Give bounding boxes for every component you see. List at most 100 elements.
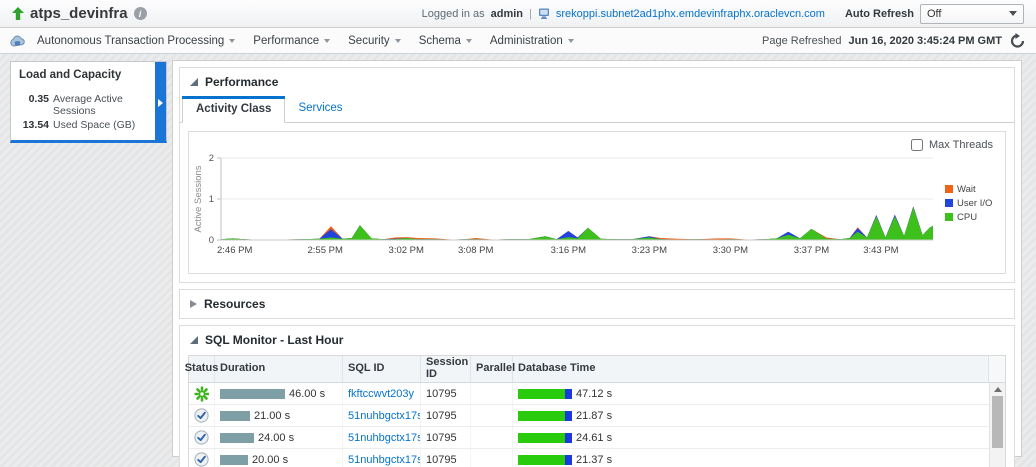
legend-swatch-wait <box>945 185 953 193</box>
status-cell <box>189 383 215 404</box>
sql-id-link[interactable]: 51nuhbgctx17s <box>348 454 421 466</box>
auto-refresh-select[interactable]: Off <box>920 4 1024 24</box>
x-tick-label: 2:55 PM <box>307 245 342 256</box>
db-time-io-segment <box>565 455 572 465</box>
tab-activity-class[interactable]: Activity Class <box>182 96 285 123</box>
menu-performance[interactable]: Performance <box>245 31 338 51</box>
session-id-cell: 10795 <box>421 427 471 448</box>
duration-cell: 21.00 s <box>215 405 343 426</box>
card-expand-button[interactable] <box>155 62 166 143</box>
load-and-capacity-card[interactable]: Load and Capacity 0.35Average Active Ses… <box>10 61 167 143</box>
menu-label: Security <box>348 35 390 47</box>
tab-services[interactable]: Services <box>285 96 355 123</box>
parallel-cell <box>471 427 513 448</box>
sql-id-cell: fkftccwvt203y <box>343 383 421 404</box>
session-id-cell: 10795 <box>421 449 471 467</box>
menu-security[interactable]: Security <box>340 31 409 51</box>
collapse-triangle-icon <box>190 336 198 344</box>
cloud-database-icon <box>10 35 25 47</box>
main-panel: Performance Activity ClassServices Max T… <box>172 60 1022 457</box>
x-tick-label: 3:02 PM <box>389 245 424 256</box>
legend-label: User I/O <box>957 198 992 209</box>
status-cell <box>189 405 215 426</box>
chevron-down-icon <box>395 39 401 43</box>
database-time-cell: 21.37 s <box>513 449 989 467</box>
logged-in-label: Logged in as <box>422 8 485 20</box>
expand-triangle-icon <box>190 300 197 308</box>
metric-value: 13.54 <box>19 119 49 131</box>
host-monitor-icon <box>538 8 550 19</box>
menu-label: Schema <box>419 35 461 47</box>
refresh-icon[interactable] <box>1009 33 1026 49</box>
database-time-bar <box>518 389 572 399</box>
vertical-scrollbar[interactable] <box>989 383 1005 467</box>
db-time-io-segment <box>565 411 572 421</box>
page-refreshed-label: Page Refreshed <box>762 35 842 47</box>
db-time-cpu-segment <box>518 433 565 443</box>
database-time-value: 24.61 s <box>576 432 612 444</box>
y-tick-label: 0 <box>209 235 214 246</box>
sql-id-link[interactable]: 51nuhbgctx17s <box>348 432 421 444</box>
table-row[interactable]: 46.00 s fkftccwvt203y 10795 47.12 s <box>189 383 989 405</box>
menu-label: Administration <box>490 35 563 47</box>
column-header-parallel[interactable]: Parallel <box>471 356 513 382</box>
parallel-cell <box>471 383 513 404</box>
parallel-cell <box>471 405 513 426</box>
table-row[interactable]: 21.00 s51nuhbgctx17s1079521.87 s <box>189 405 989 427</box>
auto-refresh-value: Off <box>927 8 941 20</box>
column-header-duration[interactable]: Duration <box>215 356 343 382</box>
database-time-bar <box>518 411 572 421</box>
table-header-row: StatusDurationSQL IDSession IDParallelDa… <box>189 356 1005 383</box>
host-link[interactable]: srekoppi.subnet2ad1phx.emdevinfraphx.ora… <box>556 8 825 20</box>
metric-row: 0.35Average Active Sessions <box>19 93 151 117</box>
db-time-cpu-segment <box>518 455 565 465</box>
duration-bar <box>220 455 248 465</box>
x-tick-label: 3:43 PM <box>863 245 898 256</box>
arrow-right-icon <box>158 99 163 107</box>
sql-monitor-table: StatusDurationSQL IDSession IDParallelDa… <box>188 355 1006 467</box>
menu-label: Performance <box>253 35 319 47</box>
duration-cell: 24.00 s <box>215 427 343 448</box>
menu-administration[interactable]: Administration <box>482 31 582 51</box>
duration-value: 24.00 s <box>258 432 294 444</box>
x-tick-label: 3:30 PM <box>713 245 748 256</box>
metric-label: Average Active Sessions <box>53 93 151 117</box>
database-time-cell: 24.61 s <box>513 427 989 448</box>
sql-id-link[interactable]: fkftccwvt203y <box>348 388 414 400</box>
database-time-value: 47.12 s <box>576 388 612 400</box>
sql-id-cell: 51nuhbgctx17s <box>343 427 421 448</box>
top-bar: atps_devinfra i Logged in as admin | sre… <box>0 0 1036 28</box>
session-id-value: 10795 <box>426 388 457 400</box>
menu-bar: Autonomous Transaction Processing Perform… <box>0 28 1036 54</box>
collapse-triangle-icon <box>190 78 198 86</box>
page-title: atps_devinfra <box>30 5 128 22</box>
column-header-status[interactable]: Status <box>189 356 215 382</box>
max-threads-label: Max Threads <box>929 139 993 151</box>
column-header-database-time[interactable]: Database Time <box>513 356 989 382</box>
sql-id-link[interactable]: 51nuhbgctx17s <box>348 410 421 422</box>
max-threads-checkbox[interactable] <box>911 139 923 151</box>
info-icon[interactable]: i <box>134 7 147 20</box>
menu-schema[interactable]: Schema <box>411 31 480 51</box>
table-row[interactable]: 24.00 s 51nuhbgctx17s10795 24.61 s <box>189 427 989 449</box>
session-id-cell: 10795 <box>421 405 471 426</box>
header-scroll-pad <box>989 356 1005 382</box>
sql-monitor-section-header[interactable]: SQL Monitor - Last Hour <box>180 326 1014 352</box>
table-row[interactable]: 20.00 s51nuhbgctx17s1079521.37 s <box>189 449 989 467</box>
column-header-sql-id[interactable]: SQL ID <box>343 356 421 382</box>
auto-refresh-label: Auto Refresh <box>845 8 914 20</box>
resources-section-header[interactable]: Resources <box>180 290 1014 318</box>
menu-autonomous-transaction-processing[interactable]: Autonomous Transaction Processing <box>29 31 243 51</box>
menu-label: Autonomous Transaction Processing <box>37 35 224 47</box>
vertical-scroll-thumb[interactable] <box>992 396 1003 448</box>
database-time-bar <box>518 433 572 443</box>
scroll-up-icon[interactable] <box>994 387 1002 392</box>
duration-value: 46.00 s <box>289 388 325 400</box>
duration-value: 21.00 s <box>254 410 290 422</box>
sql-monitor-section: SQL Monitor - Last Hour StatusDurationSQ… <box>179 325 1015 467</box>
performance-section-header[interactable]: Performance <box>180 68 1014 94</box>
session-id-value: 10795 <box>426 454 457 466</box>
metric-row: 13.54Used Space (GB) <box>19 119 151 131</box>
table-body: 46.00 s fkftccwvt203y 10795 47.12 s 21.00 s 5… <box>189 383 1005 467</box>
column-header-session-id[interactable]: Session ID <box>421 356 471 382</box>
